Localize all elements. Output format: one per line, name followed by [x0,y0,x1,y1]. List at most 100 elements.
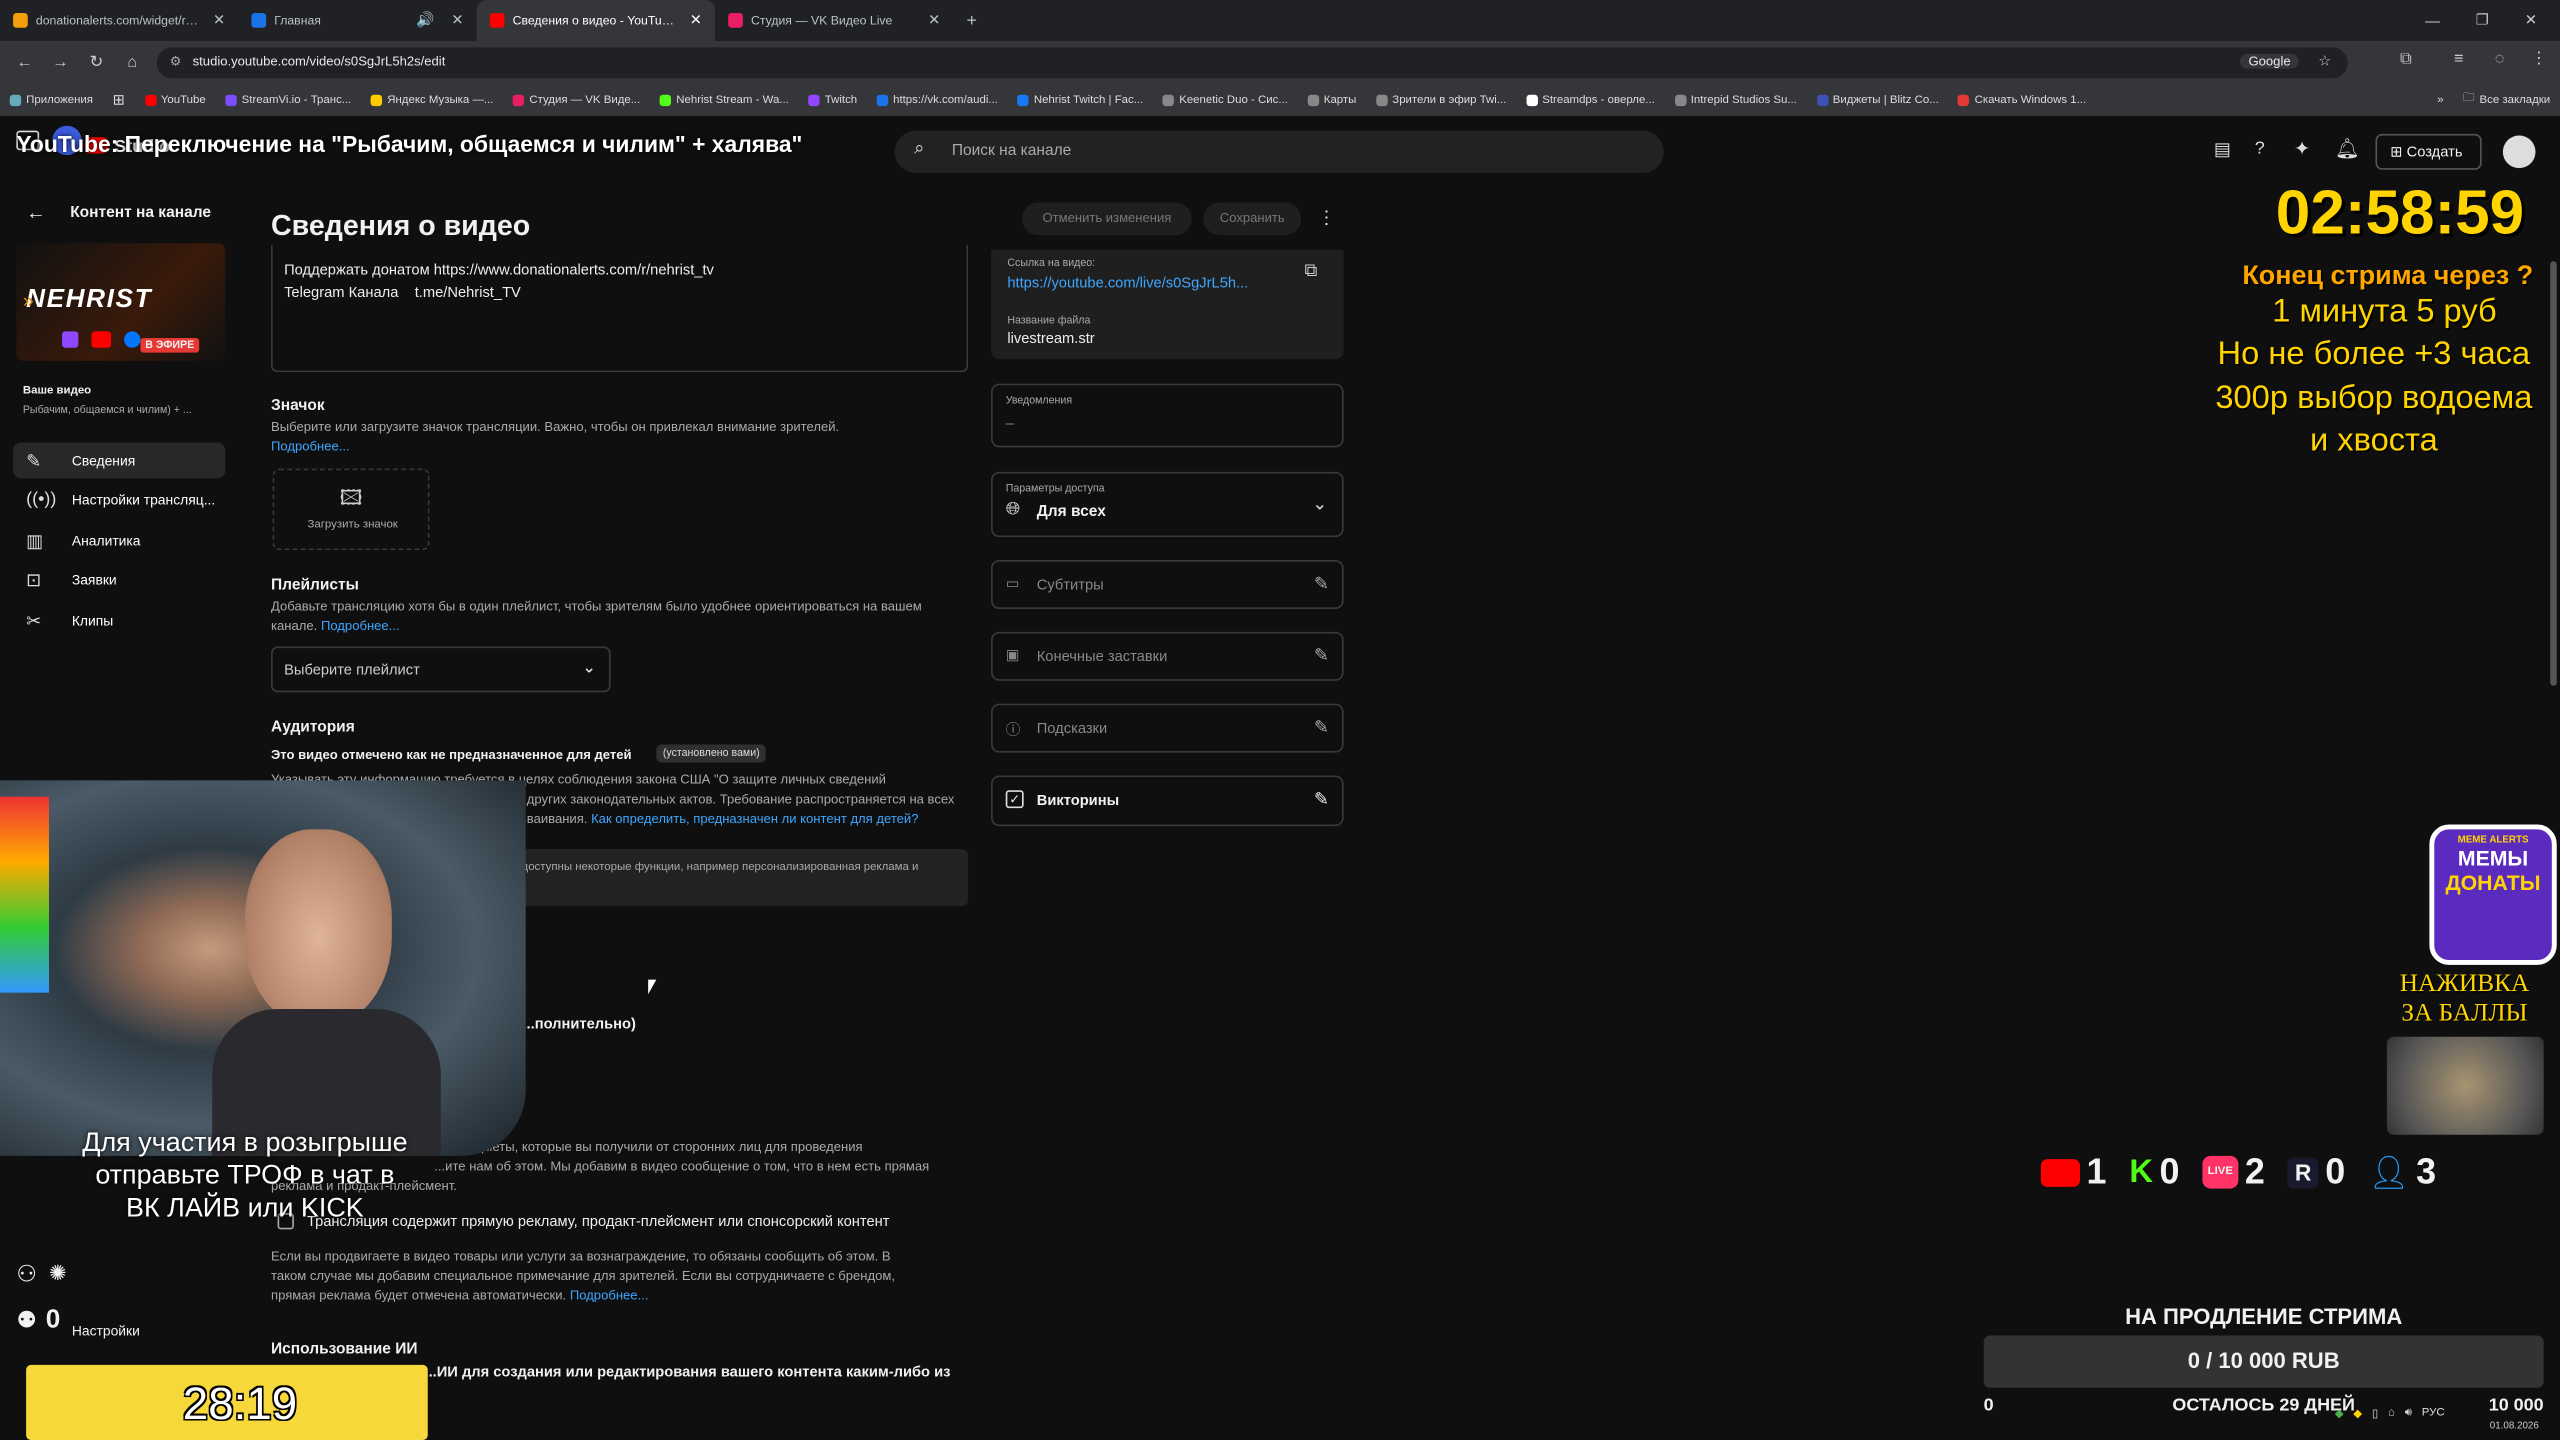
sidebar-item-stream-settings[interactable]: ((•)) Настройки трансляц... [13,482,225,518]
bookmark-item[interactable]: YouTube [135,94,216,107]
bookmark-item[interactable]: Зрители в эфир Twi... [1366,94,1516,107]
all-bookmarks[interactable]: 🗀 Все закладки [2453,91,2560,109]
close-tab-icon[interactable]: ✕ [213,11,225,29]
playlists-more-link[interactable]: Подробнее... [321,619,400,634]
avatar[interactable] [2502,135,2536,169]
bookmark-item[interactable]: Карты [1298,94,1366,107]
channel-search-input[interactable]: ⌕ Поиск на канале [894,130,1664,174]
bookmark-item[interactable]: Keenetic Duo - Сис... [1153,94,1298,107]
your-video-title: Рыбачим, общаемся и чилим) + ... [22,404,192,417]
media-icon[interactable]: ≡ [2454,51,2464,69]
new-tab-icon[interactable]: + [953,0,986,41]
discard-changes-button[interactable]: Отменить изменения [1022,202,1192,236]
close-tab-icon[interactable]: ✕ [451,11,463,29]
notifications-bell-icon[interactable]: 🔔︎ [2335,137,2360,160]
description-field[interactable]: Поддержать донатом https://www.donationa… [271,244,969,373]
upload-thumbnail-button[interactable]: 🖾 Загрузить значок [272,468,430,551]
video-link[interactable]: https://youtube.com/live/s0SgJrL5h... [1007,274,1248,290]
visibility-value: Для всех [1036,502,1106,521]
youtube-viewers: 1 [2040,1151,2107,1193]
feedback-icon[interactable]: ▤ [2214,139,2231,160]
bookmark-item[interactable]: Twitch [799,94,867,107]
browser-tab-active[interactable]: Сведения о видео - YouTube S ✕ [476,0,716,41]
bookmark-grid-icon[interactable]: ⊞ [103,91,135,109]
bookmark-item[interactable]: Nehrist Stream - Wa... [650,94,799,107]
edit-pencil-icon[interactable]: ✎ [1314,717,1329,738]
address-bar-row: ← → ↻ ⌂ ⚙ studio.youtube.com/video/s0SgJ… [0,40,2560,85]
network-icon[interactable]: ⌂ [2388,1407,2395,1420]
bookmark-item[interactable]: Яндекс Музыка —... [361,94,503,107]
subtitles-card[interactable]: ▭ Субтитры ✎ [991,559,1344,609]
thumbnail-more-link[interactable]: Подробнее... [271,438,350,458]
kick-icon: K [2129,1153,2153,1190]
sidebar-item-requests[interactable]: ⊡ Заявки [13,562,225,598]
bookmark-star-icon[interactable]: ☆ [2318,52,2331,70]
filename-label: Название файла [1007,315,1091,327]
tray-icon[interactable]: ◆ [2335,1407,2344,1420]
tray-icon[interactable]: ◆ [2353,1407,2362,1420]
bookmark-item[interactable]: https://vk.com/audi... [867,94,1008,107]
tab-title: Главная [274,13,321,28]
edit-pencil-icon[interactable]: ✎ [1314,789,1329,810]
bookmark-item[interactable]: Streamdps - оверле... [1516,94,1665,107]
hints-card[interactable]: ⓘ Подсказки ✎ [991,703,1344,753]
profile-icon[interactable]: ◌ [2495,51,2505,69]
site-info-icon[interactable]: ⚙ [170,54,182,69]
back-to-content-link[interactable]: Контент на канале [70,204,211,222]
browser-tab[interactable]: donationalerts.com/widget/rou ✕ [0,0,238,41]
chevron-down-icon: ⌄ [582,659,596,678]
video-thumbnail[interactable]: NEHRIST » В ЭФИРЕ [16,243,226,361]
back-icon[interactable]: ← [7,54,43,72]
notifications-field[interactable]: Уведомления – [991,383,1344,448]
browser-menu-icon[interactable]: ⋮ [2531,51,2547,69]
volume-icon[interactable]: 🔊︎ [2405,1407,2412,1420]
browser-tab[interactable]: Главная 🔊 ✕ [238,0,476,41]
restore-icon[interactable]: ❐ [2476,11,2489,29]
search-engine-chip[interactable]: Google [2240,53,2299,69]
quizzes-card[interactable]: ✓ Викторины ✎ [991,775,1344,827]
window-close-icon[interactable]: ✕ [2525,11,2537,29]
promo-more-link[interactable]: Подробнее... [570,1288,649,1303]
sparkle-icon[interactable]: ✦ [2294,137,2310,160]
extensions-icon[interactable]: ⧉ [2400,51,2412,69]
taskbar-date[interactable]: 01.08.2026 [2490,1422,2539,1432]
forward-icon[interactable]: → [42,54,78,72]
more-options-icon[interactable]: ⋮ [1318,207,1336,229]
sidebar-settings[interactable]: Настройки [72,1322,140,1338]
sidebar-item-clips[interactable]: ✂ Клипы [13,602,225,638]
sidebar-item-details[interactable]: ✎ Сведения [13,442,226,479]
playlist-select[interactable]: Выберите плейлист ⌄ [271,646,611,693]
bookmark-item[interactable]: Студия — VK Виде... [503,94,650,107]
bookmark-item[interactable]: Nehrist Twitch | Fac... [1008,94,1153,107]
home-icon[interactable]: ⌂ [114,54,150,72]
browser-tab[interactable]: Студия — VK Видео Live ✕ [715,0,953,41]
edit-pencil-icon[interactable]: ✎ [1314,573,1329,595]
bookmark-item[interactable]: StreamVi.io - Транс... [216,94,362,107]
close-tab-icon[interactable]: ✕ [690,11,702,29]
minimize-icon[interactable]: — [2425,12,2440,28]
save-button[interactable]: Сохранить [1203,202,1302,236]
show-more-label[interactable]: ...полнительно) [522,1016,635,1032]
url-field[interactable]: ⚙ studio.youtube.com/video/s0SgJrL5h2s/e… [156,47,2348,79]
reload-icon[interactable]: ↻ [78,54,114,72]
bookmark-item[interactable]: Intrepid Studios Su... [1665,94,1807,107]
endscreens-card[interactable]: ▣ Конечные заставки ✎ [991,631,1344,681]
requests-icon: ⊡ [26,570,42,591]
create-button[interactable]: ⊞ Создать [2375,133,2482,170]
back-arrow-icon[interactable]: ← [26,201,46,224]
playlists-heading: Плейлисты [271,576,359,595]
visibility-select[interactable]: Параметры доступа 🌐︎ Для всех ⌄ [991,471,1344,538]
bookmark-item[interactable]: Виджеты | Blitz Co... [1807,94,1949,107]
battery-icon[interactable]: ▯ [2372,1407,2378,1420]
bookmark-item[interactable]: Скачать Windows 1... [1949,94,2096,107]
language-indicator[interactable]: РУС [2422,1407,2445,1420]
close-tab-icon[interactable]: ✕ [928,11,940,29]
bookmark-item[interactable]: Приложения [0,94,103,107]
copy-icon[interactable]: ⧉ [1304,261,1317,282]
audience-how-link[interactable]: Как определить, предназначен ли контент … [591,811,918,826]
help-icon[interactable]: ? [2255,139,2265,159]
edit-pencil-icon[interactable]: ✎ [1314,645,1329,667]
speaker-icon[interactable]: 🔊 [416,11,434,29]
more-bookmarks-icon[interactable]: » [2427,95,2453,106]
sidebar-item-analytics[interactable]: ▥ Аналитика [13,522,225,558]
